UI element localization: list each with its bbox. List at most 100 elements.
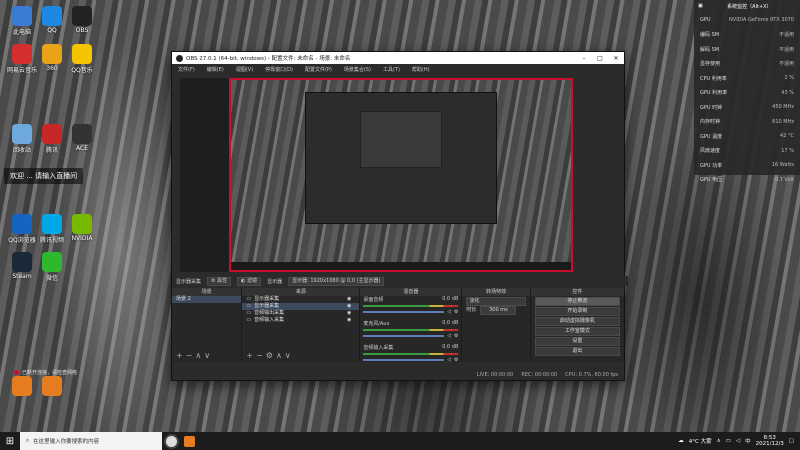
visibility-eye-icon[interactable]: ◉ (347, 317, 351, 324)
obs-taskbar-icon[interactable] (162, 432, 180, 450)
mixer-channel: 音频输入采集 0.0 dB ◁ ⚙ (360, 344, 461, 368)
sysmon-value: 810 MHz (772, 118, 794, 125)
duration-input[interactable]: 300 ms (480, 306, 517, 315)
source-item[interactable]: ▭ 显示器采集 ◉ (242, 303, 360, 310)
filters-button[interactable]: ◐ 滤镜 (237, 276, 262, 286)
control-button[interactable]: 开始录制 (534, 307, 620, 316)
control-button[interactable]: 工作室模式 (534, 327, 620, 336)
visibility-eye-icon[interactable]: ◉ (347, 303, 351, 310)
sysmon-row: GPU NVIDIA GeForce RTX 3070 (694, 13, 800, 28)
desktop-icon[interactable]: 此电脑 (8, 6, 36, 36)
control-button[interactable]: 退出 (534, 347, 620, 356)
clock[interactable]: 8:53 2021/12/3 (756, 435, 784, 447)
display-select[interactable]: 显示器: 1920x1080 @ 0,0 (主显示器) (288, 276, 385, 286)
sysmon-row: CPU 利用率 2 % (694, 71, 800, 86)
desktop-icon[interactable]: QQ (38, 6, 66, 36)
obs-window[interactable]: OBS 27.0.1 (64-bit, windows) - 配置文件: 未命名… (171, 51, 628, 381)
desktop-icon[interactable]: 腾讯 (38, 124, 66, 154)
windows-start-icon[interactable]: ⊞ (0, 432, 20, 450)
properties-button[interactable]: ⚙ 属性 (207, 276, 232, 286)
sysmon-label: 编码 SM (700, 32, 720, 39)
volume-meter (363, 329, 459, 331)
control-button[interactable]: 停止推流 (534, 297, 620, 306)
menu-item[interactable]: 视图(V) (236, 66, 253, 73)
nested-obs-preview (305, 92, 497, 224)
sysmon-label: GPU 时钟 (700, 104, 723, 111)
volume-slider[interactable] (363, 359, 445, 361)
desktop-icon[interactable]: ACE (68, 124, 96, 154)
scenes-dock-title: 场景 (172, 288, 242, 296)
scenes-dock: 场景 场景 2 +−∧∨ (172, 288, 243, 362)
desktop-icon[interactable] (8, 376, 36, 406)
desktop-icon-label: 网易云音乐 (7, 67, 38, 74)
desktop-icon[interactable]: QQ浏览器 (8, 214, 36, 244)
gear-icon[interactable]: ⚙ (454, 309, 458, 315)
volume-slider[interactable] (363, 311, 445, 313)
sysmon-label: GPU 温度 (700, 133, 723, 140)
desktop-icon[interactable]: NVIDIA (68, 214, 96, 244)
sysmon-row: GPU 温度 42 °C (694, 129, 800, 144)
channel-name: 麦克风/Aux (363, 321, 390, 327)
desktop-icon[interactable]: Steam (8, 252, 36, 282)
source-item[interactable]: ▭ 音频输出采集 ◉ (242, 310, 359, 317)
sysmon-title: 系统监控（Alt+X） (727, 4, 772, 10)
obs-titlebar[interactable]: OBS 27.0.1 (64-bit, windows) - 配置文件: 未命名… (172, 52, 624, 64)
channel-db: 0.0 dB (442, 320, 459, 326)
source-item[interactable]: ▭ 显示器采集 ◉ (242, 296, 359, 303)
desktop-icon[interactable]: 腾讯视频 (38, 214, 66, 244)
close-icon[interactable]: ✕ (608, 52, 624, 64)
desktop-icon[interactable]: OBS (68, 6, 96, 36)
source-toolbar: 显示器采集 ⚙ 属性 ◐ 滤镜 显示器 显示器: 1920x1080 @ 0,0… (172, 276, 628, 286)
visibility-eye-icon[interactable]: ◉ (347, 310, 351, 317)
source-type-icon: ▭ (246, 317, 252, 323)
tray-chevron-icon[interactable]: ∧ (717, 438, 721, 444)
desktop-icon[interactable]: 360 (38, 44, 66, 74)
taskbar: ⊞ ⌕ 在这里输入你要搜索的内容 ☁ 4°C 大雾 ∧ ▭ ◁ 中 8:53 2… (0, 432, 800, 450)
menu-item[interactable]: 工具(T) (383, 66, 400, 73)
menu-item[interactable]: 配置文件(P) (305, 66, 332, 73)
menu-item[interactable]: 编辑(E) (207, 66, 224, 73)
desktop-icon-label: ACE (76, 145, 88, 152)
notification-icon[interactable]: ▢ (789, 438, 794, 444)
gear-icon[interactable]: ⚙ (454, 333, 458, 339)
sysmon-value: 42 °C (780, 133, 794, 140)
desktop-icon[interactable]: 回收站 (8, 124, 36, 154)
desktop-icon[interactable]: 网易云音乐 (7, 44, 38, 74)
sysmon-label: GPU 利用率 (700, 90, 728, 97)
language-indicator[interactable]: 中 (745, 437, 751, 445)
transition-select[interactable]: 淡化 (466, 297, 526, 306)
speaker-icon[interactable]: ◁ (447, 333, 451, 339)
desktop-icon[interactable]: QQ音乐 (68, 44, 96, 74)
weather-text[interactable]: 4°C 大雾 (689, 437, 712, 445)
minimize-icon[interactable]: – (576, 52, 592, 64)
desktop-icon[interactable] (38, 376, 66, 406)
menu-item[interactable]: 停靠窗口(D) (265, 66, 293, 73)
menu-item[interactable]: 场景集合(S) (344, 66, 371, 73)
source-controls[interactable]: +−⚙∧∨ (242, 351, 293, 360)
desktop-icon[interactable]: 微信 (38, 252, 66, 282)
app-taskbar-icon[interactable] (180, 432, 198, 450)
source-item[interactable]: ▭ 音频输入采集 ◉ (242, 317, 359, 324)
mixer-channel: 桌面音频 0.0 dB ◁ ⚙ (360, 296, 461, 320)
speaker-icon[interactable]: ◁ (447, 357, 451, 363)
desktop-icon-label: 微信 (45, 275, 58, 282)
display-capture-preview[interactable] (229, 78, 573, 272)
visibility-eye-icon[interactable]: ◉ (347, 296, 351, 303)
gear-icon[interactable]: ⚙ (454, 357, 458, 363)
volume-icon[interactable]: ◁ (736, 438, 740, 444)
app-icon (42, 252, 62, 272)
network-icon[interactable]: ▭ (726, 438, 731, 444)
scene-controls[interactable]: +−∧∨ (172, 351, 213, 360)
menu-item[interactable]: 文件(F) (178, 66, 195, 73)
control-button[interactable]: 启动虚拟摄像机 (534, 317, 620, 326)
maximize-icon[interactable]: □ (592, 52, 608, 64)
control-button[interactable]: 设置 (534, 337, 620, 346)
speaker-icon[interactable]: ◁ (447, 309, 451, 315)
desktop-icon-label: QQ浏览器 (8, 237, 36, 244)
app-icon (12, 124, 32, 144)
scene-item[interactable]: 场景 2 (172, 296, 242, 303)
menu-item[interactable]: 帮助(H) (412, 66, 430, 73)
volume-slider[interactable] (363, 335, 445, 337)
search-placeholder: 在这里输入你要搜索的内容 (33, 439, 100, 445)
taskbar-search[interactable]: ⌕ 在这里输入你要搜索的内容 (20, 432, 162, 450)
